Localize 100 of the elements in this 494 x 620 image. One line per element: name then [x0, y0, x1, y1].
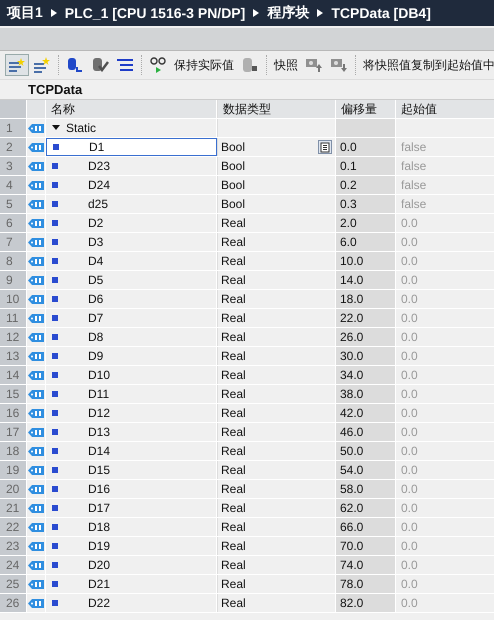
member-icon: [52, 239, 58, 245]
name-cell-frame[interactable]: D5: [46, 271, 217, 289]
offset-cell: 0.0: [336, 138, 396, 156]
name-cell-text: d25: [88, 196, 108, 213]
member-icon: [52, 429, 58, 435]
start-value-cell-text: 0.0: [400, 291, 419, 308]
member-icon: [52, 201, 58, 207]
name-cell-text: D22: [88, 595, 110, 612]
breadcrumb-item[interactable]: 项目1: [7, 4, 43, 22]
offset-cell: 30.0: [336, 347, 396, 365]
name-cell-text: D15: [88, 462, 110, 479]
keep-actual-values-button[interactable]: 保持实际值: [171, 56, 237, 74]
start-value-cell-text: 0.0: [400, 348, 419, 365]
offset-cell: 58.0: [336, 480, 396, 498]
start-value-cell-text: false: [400, 196, 428, 213]
chevron-icon: [253, 9, 260, 17]
column-header[interactable]: 起始值: [396, 100, 494, 118]
row-number: 4: [0, 176, 27, 194]
offset-cell: 2.0: [336, 214, 396, 232]
type-list-button[interactable]: [318, 140, 332, 154]
name-cell-frame[interactable]: D24: [46, 176, 217, 194]
name-cell-frame[interactable]: D9: [46, 347, 217, 365]
name-cell-frame[interactable]: D6: [46, 290, 217, 308]
name-cell-frame[interactable]: D4: [46, 252, 217, 270]
breadcrumb-item[interactable]: PLC_1 [CPU 1516-3 PN/DP]: [64, 5, 246, 21]
interface-tag-icon: [28, 294, 44, 304]
row-number: 12: [0, 328, 27, 346]
breadcrumb-item[interactable]: TCPData [DB4]: [331, 5, 431, 21]
name-cell-text: D9: [88, 348, 104, 365]
type-cell-text: Real: [221, 405, 246, 422]
name-cell-text: D2: [88, 215, 104, 232]
name-cell-frame[interactable]: D22: [46, 594, 217, 612]
type-cell-text: Bool: [221, 177, 246, 194]
offset-cell: 6.0: [336, 233, 396, 251]
name-cell-text: D11: [88, 386, 110, 403]
type-cell-text: Real: [221, 500, 246, 517]
name-cell-text: D23: [88, 158, 110, 175]
name-cell-frame[interactable]: D21: [46, 575, 217, 593]
row-number: 17: [0, 423, 27, 441]
interface-tag-icon: [28, 350, 44, 362]
name-cell-frame[interactable]: D18: [46, 518, 217, 536]
name-cell-frame[interactable]: D12: [46, 404, 217, 422]
name-cell-text: D16: [88, 481, 110, 498]
column-header[interactable]: 数据类型: [217, 100, 336, 118]
name-cell-frame[interactable]: D11: [46, 385, 217, 403]
start-value-cell-text: 0.0: [400, 557, 419, 574]
start-value-cell-text: 0.0: [400, 253, 419, 270]
breadcrumb-item[interactable]: 程序块: [267, 4, 310, 22]
name-cell-frame[interactable]: D13: [46, 423, 217, 441]
offset-cell: 50.0: [336, 442, 396, 460]
name-cell-frame[interactable]: D1: [46, 138, 217, 156]
start-value-cell-text: 0.0: [400, 481, 419, 498]
member-icon: [52, 334, 58, 340]
row-number: 14: [0, 366, 27, 384]
name-cell-frame[interactable]: D19: [46, 537, 217, 555]
offset-cell: 10.0: [336, 252, 396, 270]
name-cell-frame[interactable]: D23: [46, 157, 217, 175]
name-cell-frame[interactable]: D2: [46, 214, 217, 232]
start-value-cell-text: 0.0: [400, 405, 419, 422]
name-cell-frame[interactable]: D16: [46, 480, 217, 498]
row-number: 8: [0, 252, 27, 270]
name-cell-frame[interactable]: D7: [46, 309, 217, 327]
type-cell-text: Real: [221, 348, 246, 365]
offset-cell: 34.0: [336, 366, 396, 384]
copy-snapshot-button[interactable]: 将快照值复制到起始值中: [360, 56, 494, 74]
member-icon: [52, 372, 58, 378]
row-number: 13: [0, 347, 27, 365]
start-value-cell-text: 0.0: [400, 443, 419, 460]
interface-tag-icon: [28, 370, 44, 380]
interface-tag-icon: [28, 522, 44, 532]
offset-cell: 18.0: [336, 290, 396, 308]
offset-cell: 62.0: [336, 499, 396, 517]
name-cell-frame[interactable]: D14: [46, 442, 217, 460]
name-cell-text: D18: [88, 519, 110, 536]
name-cell-frame[interactable]: Static: [46, 119, 217, 137]
start-value-cell-text: 0.0: [400, 215, 419, 232]
type-cell-text: Real: [221, 291, 246, 308]
name-cell-frame[interactable]: D15: [46, 461, 217, 479]
name-cell-text: D5: [88, 272, 104, 289]
column-header[interactable]: 名称: [46, 100, 217, 118]
name-cell-text: D4: [88, 253, 104, 270]
member-icon: [52, 258, 58, 264]
offset-cell: 26.0: [336, 328, 396, 346]
start-value-cell-text: 0.0: [400, 386, 419, 403]
insert-row-icon[interactable]: [5, 54, 29, 76]
expand-arrow-icon[interactable]: [52, 124, 60, 132]
name-cell-frame[interactable]: d25: [46, 195, 217, 213]
interface-tag-icon: [28, 236, 44, 248]
row-number: 20: [0, 480, 27, 498]
name-cell-frame[interactable]: D3: [46, 233, 217, 251]
column-header[interactable]: 偏移量: [336, 100, 396, 118]
start-value-cell-text: 0.0: [400, 576, 419, 593]
row-number: 3: [0, 157, 27, 175]
member-icon: [52, 600, 58, 606]
name-cell-frame[interactable]: D10: [46, 366, 217, 384]
name-cell-frame[interactable]: D8: [46, 328, 217, 346]
snapshot-button[interactable]: 快照: [271, 56, 301, 74]
name-cell-frame[interactable]: D17: [46, 499, 217, 517]
type-cell-text: Real: [221, 595, 246, 612]
name-cell-frame[interactable]: D20: [46, 556, 217, 574]
